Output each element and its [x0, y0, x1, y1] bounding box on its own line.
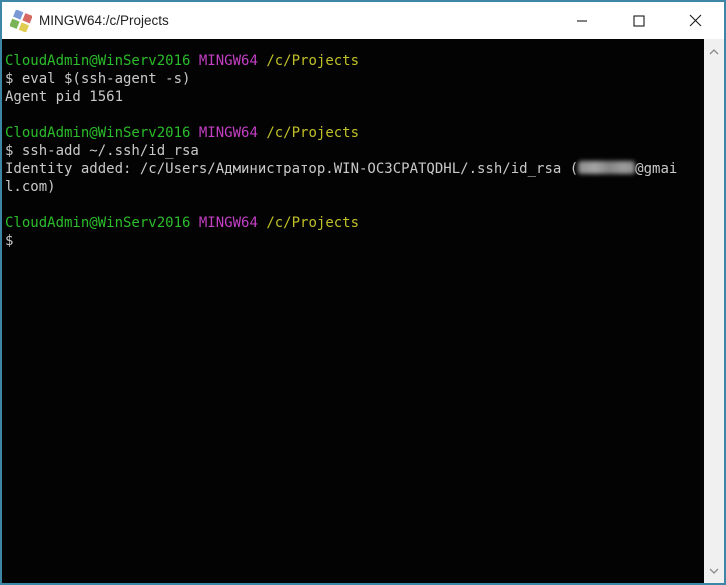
redacted-email	[578, 161, 636, 174]
separator	[190, 215, 198, 231]
terminal-output: CloudAdmin@WinServ2016 MINGW64 /c/Projec…	[5, 52, 704, 250]
mintty-window: MINGW64:/c/Projects CloudAdmin@WinServ20…	[0, 0, 726, 585]
scroll-down-button[interactable]	[704, 562, 724, 579]
msys-diamond-icon	[10, 9, 32, 32]
prompt-msystem: MINGW64	[198, 53, 258, 69]
separator	[190, 53, 198, 69]
prompt-msystem: MINGW64	[198, 215, 258, 231]
command-text: $ eval $(ssh-agent -s)	[5, 71, 191, 87]
terminal-line: Agent pid 1561	[5, 88, 704, 106]
terminal-line: CloudAdmin@WinServ2016 MINGW64 /c/Projec…	[5, 124, 704, 142]
output-text: Agent pid 1561	[5, 89, 124, 105]
command-text: $	[5, 233, 14, 249]
prompt-cwd: /c/Projects	[266, 215, 360, 231]
maximize-icon	[632, 14, 645, 27]
maximize-button[interactable]	[610, 2, 667, 39]
terminal-line: Identity added: /c/Users/Администратор.W…	[5, 160, 704, 178]
window-title: MINGW64:/c/Projects	[39, 13, 169, 28]
minimize-icon	[576, 19, 587, 22]
terminal-line: $	[5, 232, 704, 250]
terminal-line: $ ssh-add ~/.ssh/id_rsa	[5, 142, 704, 160]
separator	[190, 125, 198, 141]
terminal-line: CloudAdmin@WinServ2016 MINGW64 /c/Projec…	[5, 52, 704, 70]
terminal-line: l.com)	[5, 178, 704, 196]
chevron-up-icon	[709, 48, 719, 54]
prompt-user-host: CloudAdmin@WinServ2016	[5, 125, 191, 141]
minimize-button[interactable]	[553, 2, 610, 39]
terminal-line: CloudAdmin@WinServ2016 MINGW64 /c/Projec…	[5, 214, 704, 232]
output-text: Identity added: /c/Users/Администратор.W…	[5, 161, 579, 177]
console-area: CloudAdmin@WinServ2016 MINGW64 /c/Projec…	[2, 39, 724, 583]
terminal[interactable]: CloudAdmin@WinServ2016 MINGW64 /c/Projec…	[2, 39, 704, 583]
prompt-cwd: /c/Projects	[266, 53, 360, 69]
title-bar[interactable]: MINGW64:/c/Projects	[2, 2, 724, 39]
prompt-cwd: /c/Projects	[266, 125, 360, 141]
close-icon	[689, 14, 702, 27]
prompt-msystem: MINGW64	[198, 125, 258, 141]
close-button[interactable]	[667, 2, 724, 39]
chevron-down-icon	[709, 568, 719, 574]
scrollbar[interactable]	[704, 39, 724, 583]
scroll-up-button[interactable]	[704, 43, 724, 60]
terminal-line: $ eval $(ssh-agent -s)	[5, 70, 704, 88]
command-text: $ ssh-add ~/.ssh/id_rsa	[5, 143, 199, 159]
output-text: @gmai	[635, 161, 678, 177]
prompt-user-host: CloudAdmin@WinServ2016	[5, 53, 191, 69]
output-text: l.com)	[5, 179, 56, 195]
prompt-user-host: CloudAdmin@WinServ2016	[5, 215, 191, 231]
